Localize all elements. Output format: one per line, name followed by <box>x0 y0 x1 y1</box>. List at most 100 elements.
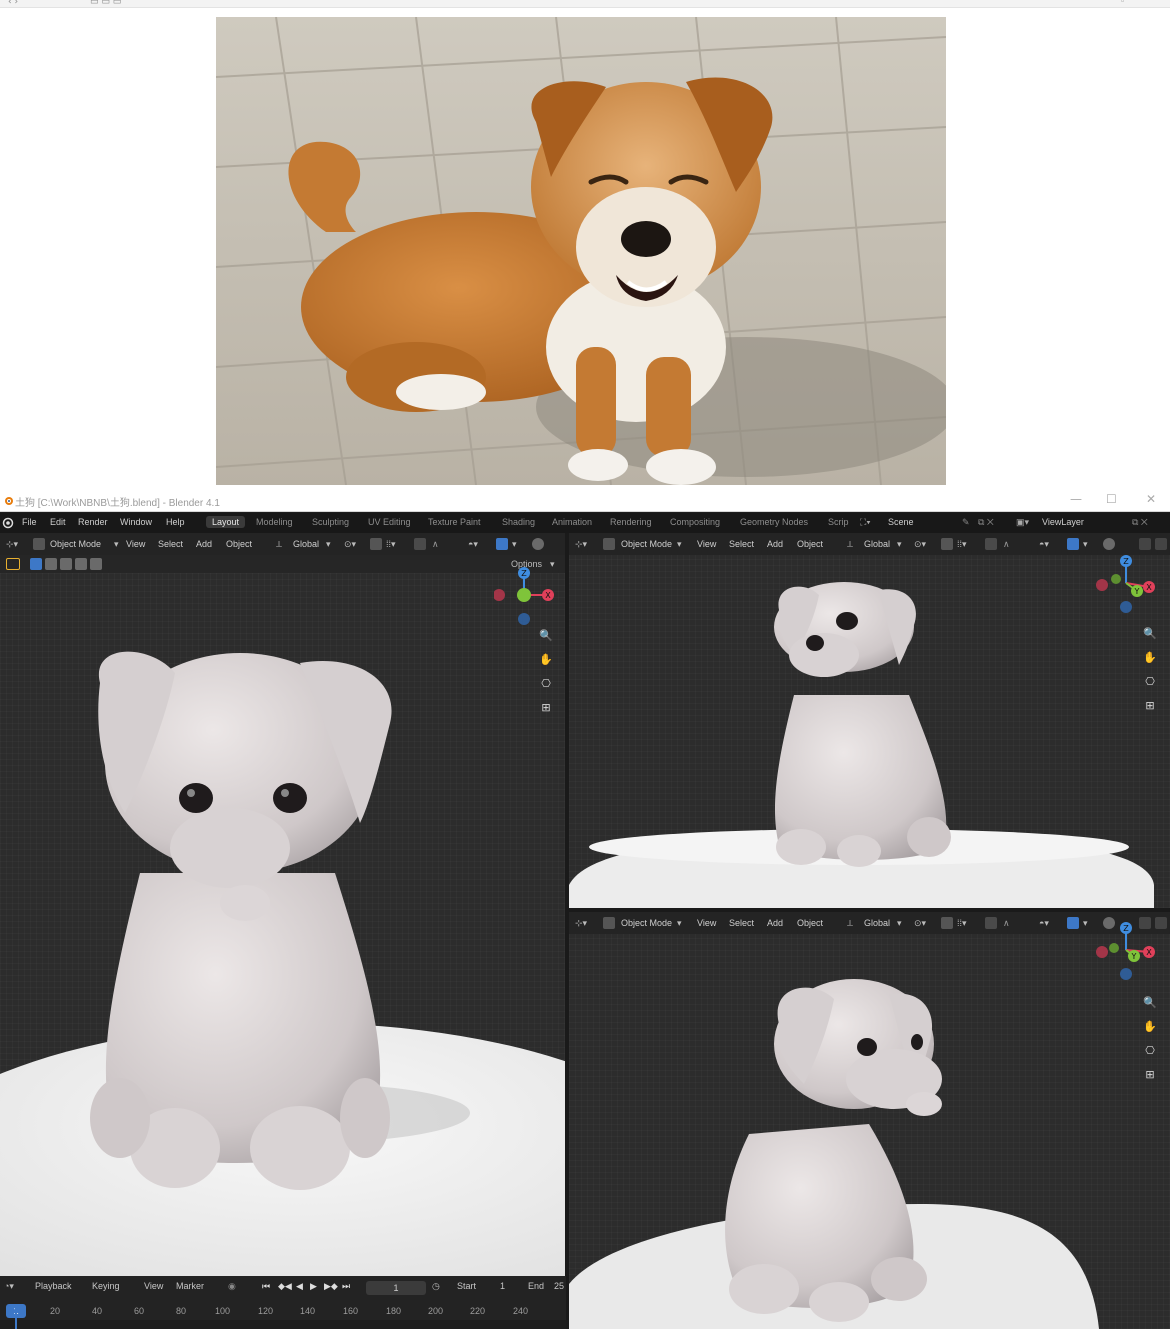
menu-object[interactable]: Object <box>797 539 823 549</box>
jump-end-icon[interactable]: ⏭ <box>342 1281 350 1292</box>
workspace-tab-shading[interactable]: Shading <box>502 517 535 527</box>
menu-file[interactable]: File <box>22 517 37 527</box>
view-layer-name[interactable]: ViewLayer <box>1042 517 1084 527</box>
zoom-icon[interactable]: 🔍 <box>1143 627 1157 641</box>
snap-target-icon[interactable]: ⁞⁞▾ <box>957 918 967 929</box>
proportional-edit-icon[interactable] <box>985 538 997 550</box>
jump-keyframe-forward-icon[interactable]: ▶◆ <box>324 1281 338 1292</box>
timeline-scrub-area[interactable] <box>0 1304 566 1329</box>
current-frame-field[interactable]: 1 <box>366 1281 426 1295</box>
overlay-icon[interactable] <box>1103 538 1115 550</box>
navigation-gizmo[interactable]: Z X <box>494 565 554 625</box>
pivot-point-icon[interactable]: ⊙▾ <box>914 539 926 550</box>
mode-dropdown[interactable]: Object Mode <box>621 918 672 928</box>
gizmo-toggle-icon[interactable] <box>496 538 508 550</box>
viewport-right-top[interactable]: ⊹▾ Object Mode ▾ View Select Add Object … <box>569 533 1170 908</box>
editor-type-icon[interactable]: ⊹▾ <box>6 539 18 550</box>
view-layer-actions-icon[interactable]: ⧉ ✕ <box>1132 517 1148 528</box>
transform-orientation-dropdown[interactable]: Global <box>864 918 890 928</box>
play-reverse-icon[interactable]: ◀ <box>296 1281 303 1292</box>
timeline-menu-keying[interactable]: Keying <box>92 1281 120 1291</box>
hand-pan-icon[interactable]: ✋ <box>1143 1020 1157 1034</box>
start-frame-field[interactable]: 1 <box>500 1281 505 1291</box>
select-new-icon[interactable] <box>30 558 42 570</box>
viewport-right-bottom-canvas[interactable]: Z X Y 🔍 ✋ ⎔ ⊞ <box>569 922 1170 1329</box>
new-scene-icon[interactable]: ⧉ ✕ <box>978 517 994 528</box>
maximize-button[interactable]: ☐ <box>1106 492 1117 506</box>
jump-keyframe-back-icon[interactable]: ◆◀ <box>278 1281 292 1292</box>
mode-dropdown[interactable]: Object Mode <box>621 539 672 549</box>
play-icon[interactable]: ▶ <box>310 1281 317 1292</box>
visibility-icon[interactable]: ◓▾ <box>468 539 478 550</box>
shading-icon[interactable] <box>1155 917 1167 929</box>
menu-help[interactable]: Help <box>166 517 185 527</box>
menu-render[interactable]: Render <box>78 517 108 527</box>
proportional-edit-icon[interactable] <box>985 917 997 929</box>
select-invert-icon[interactable] <box>75 558 87 570</box>
zoom-icon[interactable]: 🔍 <box>539 629 553 643</box>
scene-name[interactable]: Scene <box>888 517 914 527</box>
workspace-tab-texture-paint[interactable]: Texture Paint <box>428 517 481 527</box>
menu-select[interactable]: Select <box>729 918 754 928</box>
viewport-right-bottom[interactable]: ⊹▾ Object Mode ▾ View Select Add Object … <box>569 912 1170 1329</box>
ortho-grid-icon[interactable]: ⊞ <box>539 701 553 715</box>
viewport-left-canvas[interactable]: Z X 🔍 ✋ ⎔ ⊞ <box>0 567 565 1276</box>
viewport-left[interactable]: ⊹▾ Object Mode ▾ View Select Add Object … <box>0 533 565 1276</box>
transform-orientation-dropdown[interactable]: Global <box>293 539 319 549</box>
editor-type-icon[interactable]: ⊹▾ <box>575 539 587 550</box>
navigation-gizmo[interactable]: Z X Y <box>1096 920 1156 980</box>
hand-pan-icon[interactable]: ✋ <box>539 653 553 667</box>
view-layer-icon[interactable]: ▣▾ <box>1016 517 1029 528</box>
workspace-tab-modeling[interactable]: Modeling <box>256 517 293 527</box>
timeline-menu-marker[interactable]: Marker <box>176 1281 204 1291</box>
visibility-icon[interactable]: ◓▾ <box>1039 918 1049 929</box>
scene-selector-icon[interactable]: ⛶▾ <box>860 517 871 528</box>
snap-target-icon[interactable]: ⁞⁞▾ <box>386 539 396 550</box>
pivot-point-icon[interactable]: ⊙▾ <box>344 539 356 550</box>
auto-keying-icon[interactable]: ◉ <box>228 1281 236 1292</box>
menu-add[interactable]: Add <box>767 918 783 928</box>
active-tool-icon[interactable] <box>6 558 20 570</box>
workspace-tab-compositing[interactable]: Compositing <box>670 517 720 527</box>
camera-icon[interactable]: ⎔ <box>1143 675 1157 689</box>
workspace-tab-geometry-nodes[interactable]: Geometry Nodes <box>740 517 808 527</box>
menu-add[interactable]: Add <box>196 539 212 549</box>
shading-icon[interactable] <box>1155 538 1167 550</box>
menu-edit[interactable]: Edit <box>50 517 66 527</box>
mode-dropdown[interactable]: Object Mode <box>50 539 101 549</box>
snap-icon[interactable] <box>941 538 953 550</box>
select-subtract-icon[interactable] <box>60 558 72 570</box>
timeline-editor-type-icon[interactable]: ◔▾ <box>4 1281 14 1292</box>
workspace-tab-rendering[interactable]: Rendering <box>610 517 652 527</box>
timeline-menu-playback[interactable]: Playback <box>35 1281 72 1291</box>
timeline-menu-view[interactable]: View <box>144 1281 163 1291</box>
menu-view[interactable]: View <box>126 539 145 549</box>
falloff-icon[interactable]: ∧ <box>432 539 439 550</box>
ortho-grid-icon[interactable]: ⊞ <box>1143 699 1157 713</box>
falloff-icon[interactable]: ∧ <box>1003 918 1010 929</box>
gizmo-toggle-icon[interactable] <box>1067 917 1079 929</box>
snap-icon[interactable] <box>941 917 953 929</box>
blender-menu-logo-icon[interactable] <box>2 517 14 529</box>
jump-start-icon[interactable]: ⏮ <box>262 1281 270 1292</box>
end-frame-field[interactable]: 25 <box>554 1281 564 1291</box>
menu-view[interactable]: View <box>697 539 716 549</box>
transform-orientation-dropdown[interactable]: Global <box>864 539 890 549</box>
workspace-tab-scripting[interactable]: Scrip <box>828 517 849 527</box>
camera-icon[interactable]: ⎔ <box>1143 1044 1157 1058</box>
ortho-grid-icon[interactable]: ⊞ <box>1143 1068 1157 1082</box>
pivot-point-icon[interactable]: ⊙▾ <box>914 918 926 929</box>
proportional-edit-icon[interactable] <box>414 538 426 550</box>
menu-window[interactable]: Window <box>120 517 152 527</box>
zoom-icon[interactable]: 🔍 <box>1143 996 1157 1010</box>
workspace-tab-layout[interactable]: Layout <box>206 516 246 528</box>
gizmo-toggle-icon[interactable] <box>1067 538 1079 550</box>
camera-icon[interactable]: ⎔ <box>539 677 553 691</box>
snap-target-icon[interactable]: ⁞⁞▾ <box>957 539 967 550</box>
menu-view[interactable]: View <box>697 918 716 928</box>
viewport-right-top-canvas[interactable]: Z X Y 🔍 ✋ ⎔ ⊞ <box>569 555 1170 908</box>
workspace-tab-uv-editing[interactable]: UV Editing <box>368 517 411 527</box>
select-intersect-icon[interactable] <box>90 558 102 570</box>
close-button[interactable]: ✕ <box>1146 492 1156 506</box>
hand-pan-icon[interactable]: ✋ <box>1143 651 1157 665</box>
